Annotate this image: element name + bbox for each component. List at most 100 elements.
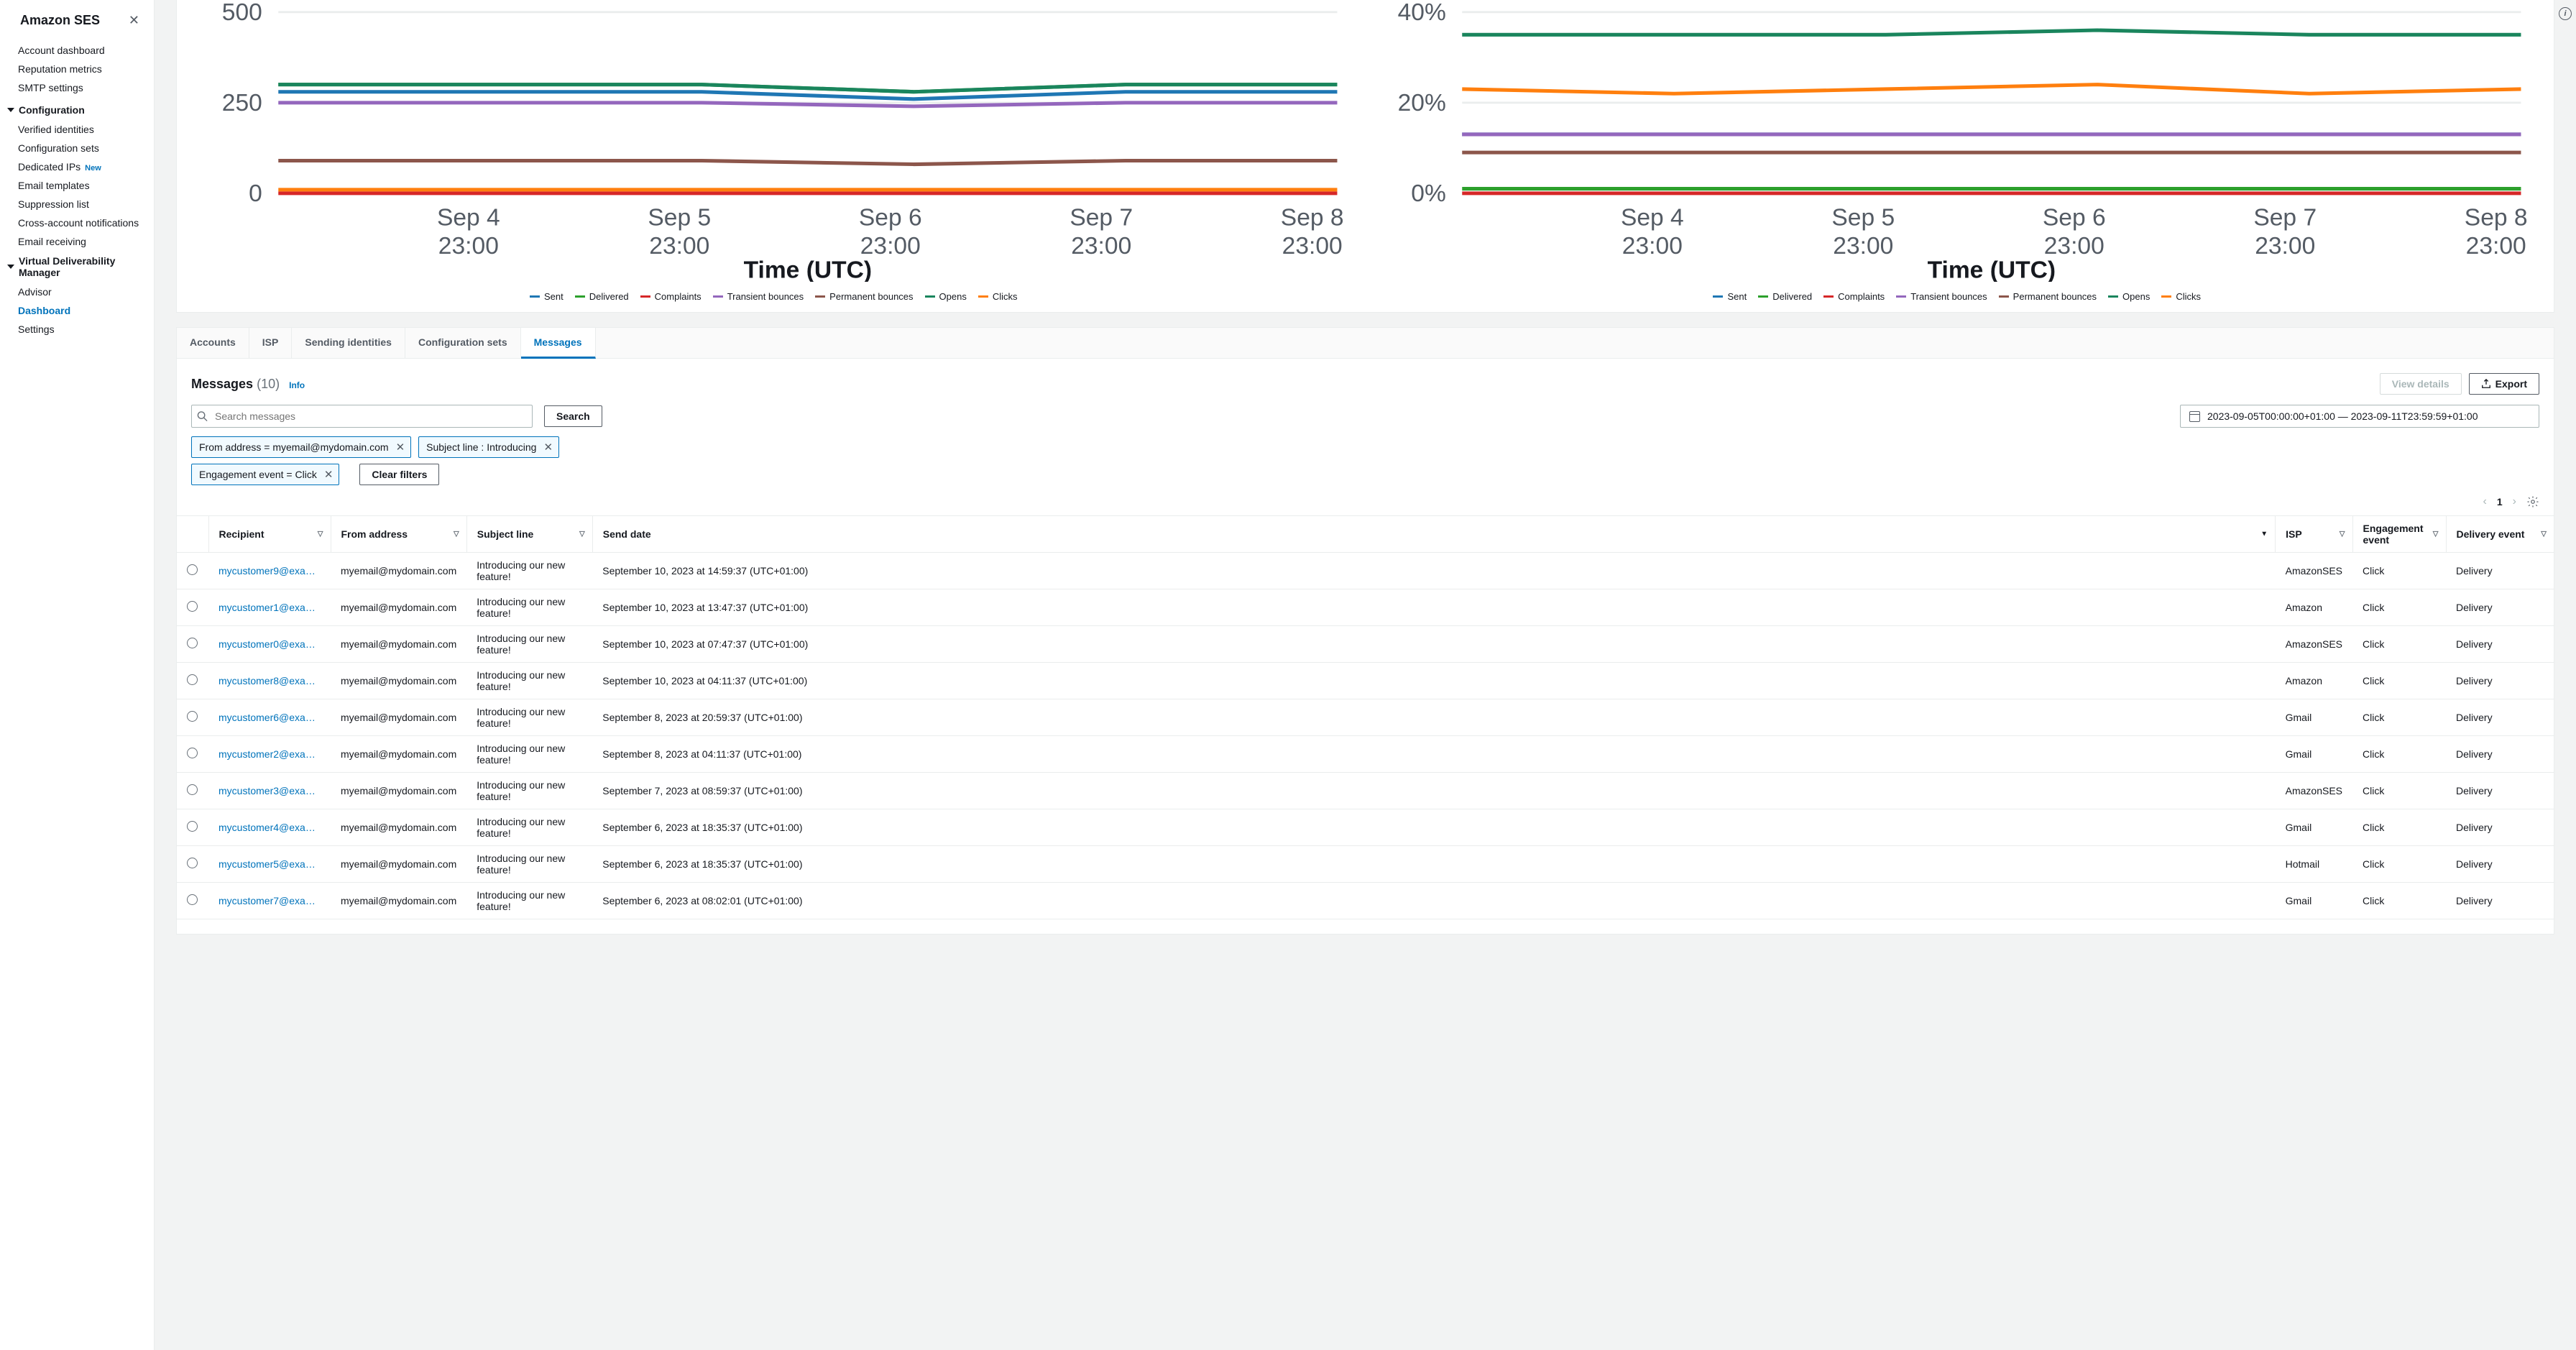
sort-icon: ▽: [2340, 531, 2345, 538]
tab-configuration-sets[interactable]: Configuration sets: [405, 328, 521, 359]
remove-filter-icon[interactable]: ✕: [543, 441, 553, 454]
row-select-radio[interactable]: [187, 638, 198, 648]
legend-item-sent[interactable]: Sent: [1713, 291, 1747, 302]
legend-item-permanent-bounces[interactable]: Permanent bounces: [1999, 291, 2097, 302]
row-select-radio[interactable]: [187, 748, 198, 758]
svg-text:23:00: 23:00: [1622, 233, 1682, 260]
sidebar-item-reputation-metrics[interactable]: Reputation metrics: [0, 60, 154, 78]
tab-isp[interactable]: ISP: [249, 328, 293, 359]
sidebar-item-settings[interactable]: Settings: [0, 320, 154, 339]
row-select-radio[interactable]: [187, 894, 198, 905]
from-address-cell: myemail@mydomain.com: [331, 846, 466, 883]
row-select-radio[interactable]: [187, 821, 198, 832]
legend-item-clicks[interactable]: Clicks: [2161, 291, 2201, 302]
row-select-radio[interactable]: [187, 858, 198, 868]
sidebar-item-dashboard[interactable]: Dashboard: [0, 301, 154, 320]
row-select-radio[interactable]: [187, 674, 198, 685]
settings-icon[interactable]: [2526, 495, 2539, 508]
tab-sending-identities[interactable]: Sending identities: [292, 328, 405, 359]
legend-item-delivered[interactable]: Delivered: [1758, 291, 1812, 302]
legend-item-transient-bounces[interactable]: Transient bounces: [1896, 291, 1987, 302]
legend-item-delivered[interactable]: Delivered: [575, 291, 629, 302]
legend-item-complaints[interactable]: Complaints: [1823, 291, 1885, 302]
legend-item-sent[interactable]: Sent: [530, 291, 564, 302]
sidebar-item-smtp-settings[interactable]: SMTP settings: [0, 78, 154, 97]
sidebar-item-dedicated-ips[interactable]: Dedicated IPsNew: [0, 157, 154, 176]
send-date-cell: September 6, 2023 at 18:35:37 (UTC+01:00…: [592, 846, 2275, 883]
col-header-delivery-event[interactable]: Delivery event▽: [2446, 516, 2554, 553]
search-button[interactable]: Search: [544, 405, 602, 427]
sidebar-item-advisor[interactable]: Advisor: [0, 283, 154, 301]
table-row: mycustomer6@example.c...myemail@mydomain…: [177, 699, 2554, 736]
recipient-link[interactable]: mycustomer7@example.c...: [218, 895, 319, 906]
row-select-radio[interactable]: [187, 784, 198, 795]
subject-cell: Introducing our new feature!: [466, 773, 592, 809]
legend-item-opens[interactable]: Opens: [2108, 291, 2150, 302]
remove-filter-icon[interactable]: ✕: [324, 468, 334, 481]
recipient-link[interactable]: mycustomer6@example.c...: [218, 712, 319, 723]
export-button[interactable]: Export: [2469, 373, 2539, 395]
col-header-isp[interactable]: ISP▽: [2276, 516, 2352, 553]
subject-cell: Introducing our new feature!: [466, 626, 592, 663]
tab-accounts[interactable]: Accounts: [177, 328, 249, 359]
page-number: 1: [2497, 496, 2503, 508]
svg-text:500: 500: [222, 0, 262, 26]
engagement-cell: Click: [2352, 809, 2446, 846]
from-address-cell: myemail@mydomain.com: [331, 589, 466, 626]
sidebar-group-virtual-deliverability-manager[interactable]: Virtual Deliverability Manager: [0, 251, 154, 283]
delivery-cell: Delivery: [2446, 883, 2554, 919]
sidebar-item-account-dashboard[interactable]: Account dashboard: [0, 41, 154, 60]
svg-text:23:00: 23:00: [2465, 233, 2526, 260]
engagement-cell: Click: [2352, 773, 2446, 809]
sidebar-item-suppression-list[interactable]: Suppression list: [0, 195, 154, 213]
recipient-link[interactable]: mycustomer8@example.c...: [218, 675, 319, 687]
sidebar-item-configuration-sets[interactable]: Configuration sets: [0, 139, 154, 157]
svg-text:23:00: 23:00: [860, 233, 921, 260]
prev-page-icon[interactable]: ‹: [2483, 495, 2487, 508]
engagement-cell: Click: [2352, 553, 2446, 589]
col-header-from-address[interactable]: From address▽: [331, 516, 466, 553]
search-input[interactable]: [191, 405, 533, 428]
legend-item-permanent-bounces[interactable]: Permanent bounces: [815, 291, 913, 302]
col-header-subject-line[interactable]: Subject line▽: [466, 516, 592, 553]
info-icon[interactable]: i: [2559, 7, 2572, 20]
clear-filters-button[interactable]: Clear filters: [359, 464, 439, 485]
info-link[interactable]: Info: [289, 380, 305, 390]
tab-messages[interactable]: Messages: [521, 328, 596, 359]
recipient-link[interactable]: mycustomer0@example.c...: [218, 638, 319, 650]
recipient-link[interactable]: mycustomer9@example.c...: [218, 565, 319, 577]
col-header-send-date[interactable]: Send date▼: [592, 516, 2275, 553]
table-row: mycustomer1@example.c... myemail@mydomain…: [177, 589, 2554, 626]
legend-item-complaints[interactable]: Complaints: [640, 291, 702, 302]
sidebar-group-configuration[interactable]: Configuration: [0, 100, 154, 120]
date-range-picker[interactable]: 2023-09-05T00:00:00+01:00 — 2023-09-11T2…: [2180, 405, 2539, 428]
sidebar-item-verified-identities[interactable]: Verified identities: [0, 120, 154, 139]
legend-item-opens[interactable]: Opens: [925, 291, 967, 302]
recipient-link[interactable]: mycustomer4@example.c...: [218, 822, 319, 833]
recipient-link[interactable]: mycustomer1@example.c...: [218, 602, 319, 613]
recipient-link[interactable]: mycustomer5@example.c...: [218, 858, 319, 870]
next-page-icon[interactable]: ›: [2513, 495, 2516, 508]
isp-cell: AmazonSES: [2276, 773, 2352, 809]
row-select-radio[interactable]: [187, 601, 198, 612]
col-header-recipient[interactable]: Recipient▽: [208, 516, 331, 553]
close-icon[interactable]: ✕: [129, 13, 139, 28]
legend-item-transient-bounces[interactable]: Transient bounces: [713, 291, 804, 302]
remove-filter-icon[interactable]: ✕: [396, 441, 405, 454]
send-date-cell: September 8, 2023 at 20:59:37 (UTC+01:00…: [592, 699, 2275, 736]
legend-item-clicks[interactable]: Clicks: [978, 291, 1018, 302]
col-header-engagement-event[interactable]: Engagement event▽: [2352, 516, 2446, 553]
sidebar-item-email-receiving[interactable]: Email receiving: [0, 232, 154, 251]
view-details-button[interactable]: View details: [2380, 373, 2462, 395]
recipient-link[interactable]: mycustomer3@example.c...: [218, 785, 319, 796]
sidebar-item-cross-account-notifications[interactable]: Cross-account notifications: [0, 213, 154, 232]
filter-token: Engagement event = Click✕: [191, 464, 339, 485]
recipient-link[interactable]: mycustomer2@example.c...: [218, 748, 319, 760]
row-select-radio[interactable]: [187, 564, 198, 575]
row-select-radio[interactable]: [187, 711, 198, 722]
sidebar-item-email-templates[interactable]: Email templates: [0, 176, 154, 195]
send-date-cell: September 7, 2023 at 08:59:37 (UTC+01:00…: [592, 773, 2275, 809]
filter-token: Subject line : Introducing✕: [418, 436, 559, 458]
engagement-cell: Click: [2352, 883, 2446, 919]
table-row: mycustomer9@example.c...myemail@mydomain…: [177, 553, 2554, 589]
